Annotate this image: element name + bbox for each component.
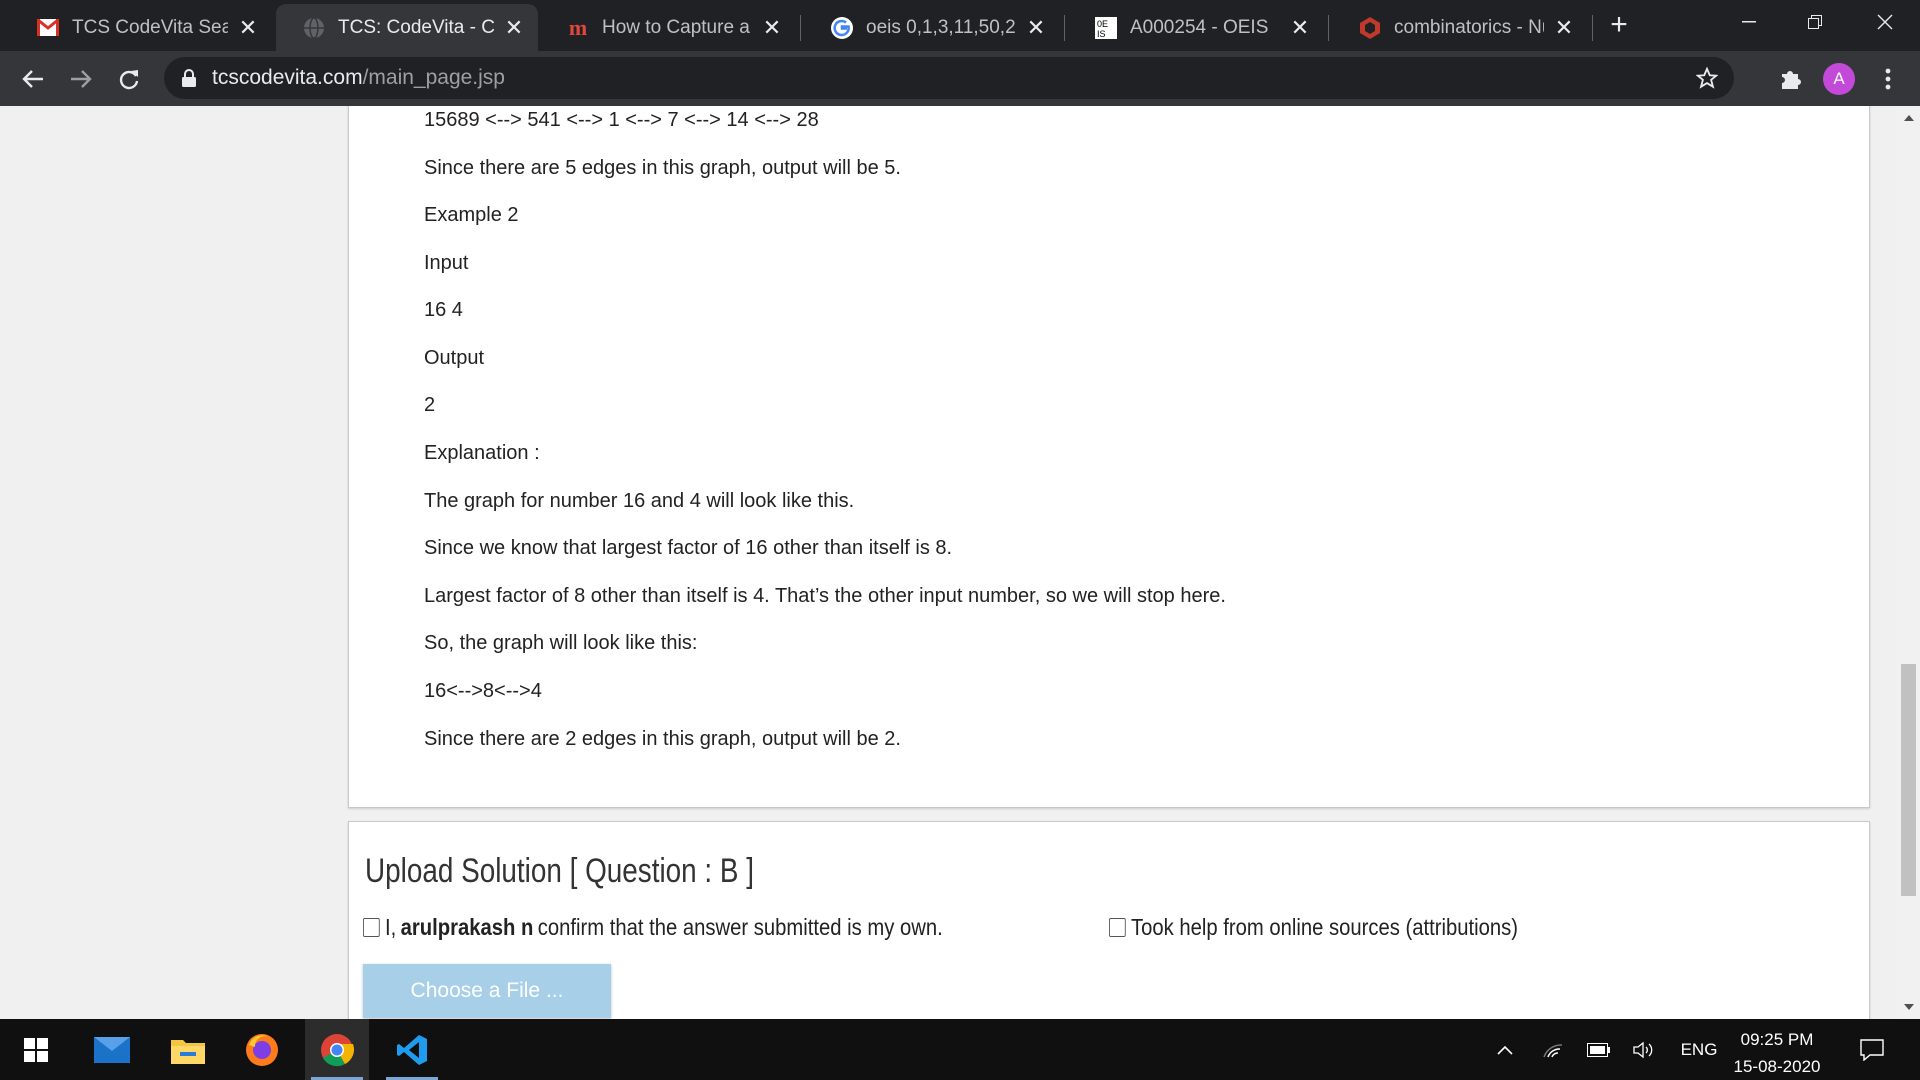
svg-text:0E: 0E: [1097, 19, 1108, 29]
close-tab-icon[interactable]: ✕: [1288, 15, 1312, 40]
problem-statement-panel: 15689 <--> 541 <--> 1 <--> 7 <--> 14 <--…: [348, 106, 1870, 808]
confirm-prefix: I,: [385, 914, 397, 940]
url-host: tcscodevita.com: [212, 66, 363, 89]
tab-title: combinatorics - Num: [1394, 16, 1544, 38]
upload-solution-panel: Upload Solution [ Question : B ] I, arul…: [348, 821, 1870, 1019]
explanation-line: Since we know that largest factor of 16 …: [424, 537, 953, 559]
firefox-icon[interactable]: [230, 1019, 294, 1080]
example1-conclusion: Since there are 5 edges in this graph, o…: [424, 157, 901, 179]
close-tab-icon[interactable]: ✕: [1552, 15, 1576, 40]
output-label: Output: [424, 347, 485, 369]
tab-title: oeis 0,1,3,11,50,274,1: [866, 16, 1016, 38]
reload-button[interactable]: [113, 63, 145, 95]
address-bar[interactable]: tcscodevita.com/main_page.jsp: [164, 57, 1734, 99]
chrome-icon[interactable]: [305, 1019, 369, 1080]
tab-title: A000254 - OEIS: [1130, 16, 1269, 38]
tab-separator: [1592, 15, 1593, 41]
close-tab-icon[interactable]: ✕: [760, 15, 784, 40]
mail-icon[interactable]: [80, 1019, 144, 1080]
tab-title: How to Capture a Sc: [602, 16, 752, 38]
graph-line-example1: 15689 <--> 541 <--> 1 <--> 7 <--> 14 <--…: [424, 109, 819, 131]
back-button[interactable]: [17, 63, 49, 95]
globe-icon: [302, 16, 326, 40]
page-viewport: 15689 <--> 541 <--> 1 <--> 7 <--> 14 <--…: [0, 106, 1920, 1019]
tab-separator: [1328, 15, 1329, 41]
volume-icon[interactable]: [1630, 1019, 1660, 1080]
example2-heading: Example 2: [424, 204, 519, 226]
menu-kebab-icon[interactable]: [1872, 63, 1904, 95]
wifi-icon[interactable]: [1538, 1019, 1568, 1080]
tab-separator: [800, 15, 801, 41]
math-se-icon: [1358, 16, 1382, 40]
scroll-down-arrow-icon[interactable]: [1897, 997, 1920, 1017]
tab-separator: [1064, 15, 1065, 41]
close-tab-icon[interactable]: ✕: [1024, 15, 1048, 40]
forward-button[interactable]: [65, 63, 97, 95]
choose-file-button[interactable]: Choose a File ...: [363, 964, 611, 1018]
browser-toolbar: tcscodevita.com/main_page.jsp A: [0, 51, 1920, 106]
file-explorer-icon[interactable]: [156, 1019, 220, 1080]
windows-taskbar: ENG 09:25 PM 15-08-2020: [0, 1019, 1920, 1080]
system-clock[interactable]: 09:25 PM 15-08-2020: [1722, 1026, 1832, 1080]
clock-date: 15-08-2020: [1733, 1057, 1821, 1076]
output-value: 2: [424, 394, 436, 416]
confirm-suffix: confirm that the answer submitted is my …: [537, 914, 943, 940]
start-icon[interactable]: [4, 1019, 68, 1080]
online-help-checkbox[interactable]: [1109, 918, 1126, 937]
close-window-button[interactable]: [1852, 0, 1918, 44]
confirm-user-name: arulprakash n: [400, 914, 534, 940]
tab-gmail[interactable]: TCS CodeVita Season ✕: [10, 4, 272, 51]
google-icon: [830, 16, 854, 40]
extensions-puzzle-icon[interactable]: [1774, 63, 1806, 95]
tab-strip: TCS CodeVita Season ✕ TCS: CodeVita - Co…: [0, 0, 1920, 51]
tab-capture-screenshot[interactable]: m How to Capture a Sc ✕: [540, 4, 796, 51]
tab-oeis[interactable]: 0E IS A000254 - OEIS ✕: [1068, 4, 1324, 51]
new-tab-button[interactable]: +: [1604, 8, 1634, 41]
explanation-label: Explanation :: [424, 442, 540, 464]
close-tab-icon[interactable]: ✕: [502, 15, 526, 40]
input-value: 16 4: [424, 299, 463, 321]
tab-math-stackexchange[interactable]: combinatorics - Num ✕: [1332, 4, 1588, 51]
show-hidden-icons-icon[interactable]: [1490, 1019, 1520, 1080]
language-indicator[interactable]: ENG: [1672, 1019, 1726, 1080]
example2-conclusion: Since there are 2 edges in this graph, o…: [424, 728, 901, 750]
url-text: tcscodevita.com/main_page.jsp: [212, 66, 505, 90]
explanation-line: Largest factor of 8 other than itself is…: [424, 585, 1226, 607]
explanation-line: The graph for number 16 and 4 will look …: [424, 490, 855, 512]
page-scrollbar[interactable]: [1897, 106, 1920, 1019]
own-answer-checkbox[interactable]: [363, 918, 380, 937]
input-label: Input: [424, 252, 469, 274]
online-help-label: Took help from online sources (attributi…: [1131, 914, 1518, 940]
gmail-icon: [36, 16, 60, 40]
restore-button[interactable]: [1782, 0, 1848, 44]
m-site-icon: m: [568, 14, 588, 40]
tab-google-search[interactable]: oeis 0,1,3,11,50,274,1 ✕: [804, 4, 1060, 51]
own-answer-confirmation: I, arulprakash n confirm that the answer…: [363, 914, 943, 941]
tab-title: TCS: CodeVita - Codi: [338, 16, 494, 38]
profile-avatar[interactable]: A: [1823, 63, 1855, 95]
vscode-icon[interactable]: [380, 1019, 444, 1080]
battery-icon[interactable]: [1584, 1019, 1614, 1080]
scroll-up-arrow-icon[interactable]: [1897, 108, 1920, 128]
upload-solution-title: Upload Solution [ Question : B ]: [365, 852, 755, 890]
clock-time: 09:25 PM: [1740, 1030, 1814, 1049]
minimize-button[interactable]: [1716, 0, 1782, 44]
notifications-icon[interactable]: [1852, 1019, 1892, 1080]
graph-line-example2: 16<-->8<-->4: [424, 680, 542, 702]
oeis-icon: 0E IS: [1094, 16, 1118, 40]
svg-text:IS: IS: [1097, 29, 1106, 39]
tab-codevita[interactable]: TCS: CodeVita - Codi ✕: [276, 4, 538, 51]
url-path: /main_page.jsp: [362, 66, 505, 89]
attribution-confirmation: Took help from online sources (attributi…: [1109, 914, 1518, 941]
scrollbar-thumb[interactable]: [1901, 664, 1916, 896]
bookmark-star-icon[interactable]: [1695, 66, 1719, 94]
tab-title: TCS CodeVita Season: [72, 16, 228, 38]
explanation-line: So, the graph will look like this:: [424, 632, 698, 654]
lock-icon: [182, 69, 196, 92]
close-tab-icon[interactable]: ✕: [236, 15, 260, 40]
